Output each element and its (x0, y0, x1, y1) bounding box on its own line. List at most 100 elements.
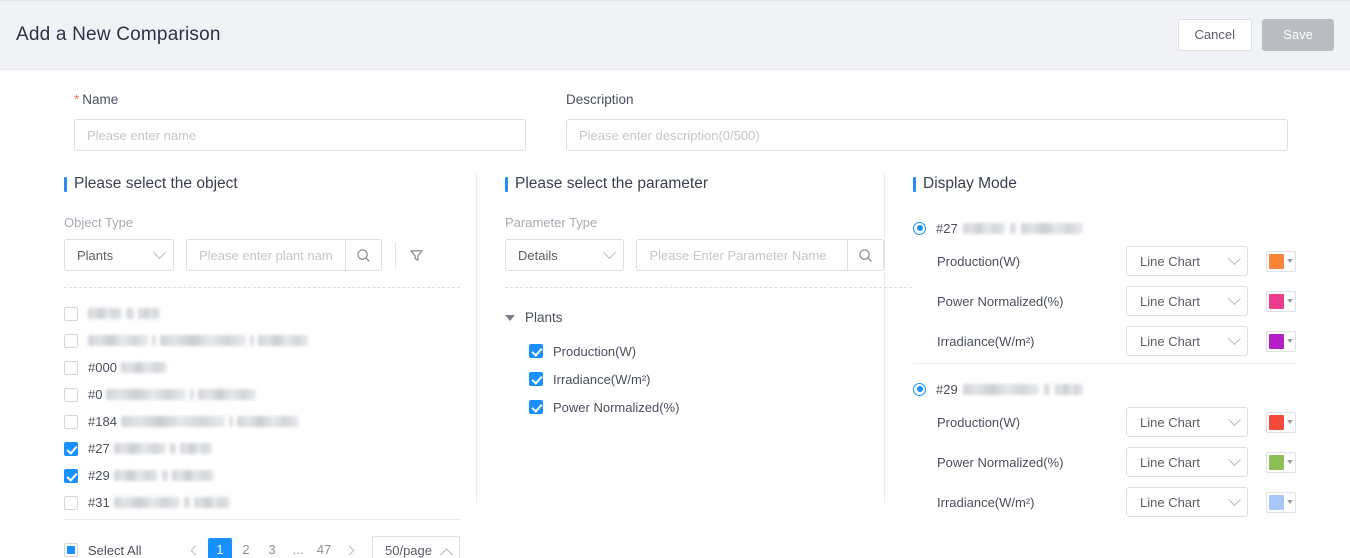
filter-button[interactable] (409, 248, 424, 263)
object-type-select[interactable]: Plants (64, 239, 174, 271)
list-item-checkbox[interactable] (64, 415, 78, 429)
chevron-down-icon (1228, 292, 1241, 305)
pagination-pages: 123...47 (208, 538, 336, 558)
color-swatch (1269, 334, 1284, 349)
color-picker[interactable] (1266, 452, 1296, 473)
list-item[interactable]: #27 (64, 435, 460, 462)
parameter-search-button[interactable] (847, 240, 883, 270)
display-mode-radio[interactable] (913, 383, 926, 396)
chart-type-select[interactable]: Line Chart (1126, 246, 1248, 276)
pagination-next-button[interactable] (338, 538, 360, 558)
redacted-text (180, 443, 212, 454)
display-mode-row: Production(W)Line Chart (913, 402, 1296, 442)
parameter-group-plants[interactable]: Plants (505, 310, 884, 325)
display-mode-group-label: #27 (936, 221, 1083, 236)
chevron-down-icon (1287, 339, 1293, 343)
list-item[interactable]: #184 (64, 408, 460, 435)
redacted-text (1055, 384, 1083, 395)
parameter-checkbox[interactable] (529, 400, 543, 414)
color-swatch (1269, 455, 1284, 470)
chevron-up-icon (440, 548, 453, 558)
chart-type-select[interactable]: Line Chart (1126, 407, 1248, 437)
pagination-page[interactable]: 47 (312, 538, 336, 558)
pagination-prev-button[interactable] (184, 538, 206, 558)
chart-type-select[interactable]: Line Chart (1126, 286, 1248, 316)
display-mode-radio[interactable] (913, 222, 926, 235)
filter-icon (409, 248, 424, 263)
color-picker[interactable] (1266, 291, 1296, 312)
color-picker[interactable] (1266, 331, 1296, 352)
save-button[interactable]: Save (1262, 19, 1334, 51)
display-mode-row: Irradiance(W/m²)Line Chart (913, 321, 1296, 361)
pagination-page[interactable]: 2 (234, 538, 258, 558)
list-item-checkbox[interactable] (64, 442, 78, 456)
plant-search-input[interactable] (187, 240, 345, 270)
list-item-checkbox[interactable] (64, 496, 78, 510)
list-item-checkbox[interactable] (64, 307, 78, 321)
name-label-text: Name (82, 92, 118, 107)
parameter-checkbox[interactable] (529, 344, 543, 358)
pagination-page[interactable]: 1 (208, 538, 232, 558)
parameter-panel-title: Please select the parameter (505, 173, 884, 195)
accent-bar-icon (913, 177, 916, 192)
chevron-down-icon (1287, 299, 1293, 303)
color-swatch (1269, 294, 1284, 309)
chart-type-select[interactable]: Line Chart (1126, 487, 1248, 517)
select-all-control[interactable]: Select All (64, 543, 184, 558)
list-item-label: #184 (88, 414, 299, 429)
header-actions: Cancel Save (1178, 19, 1334, 51)
list-item[interactable]: #0 (64, 381, 460, 408)
page-size-select[interactable]: 50/page (372, 536, 460, 558)
list-item[interactable] (64, 300, 460, 327)
display-mode-group-header[interactable]: #27 (913, 215, 1296, 241)
parameter-type-select[interactable]: Details (505, 239, 624, 271)
display-mode-group-header[interactable]: #29 (913, 376, 1296, 402)
redacted-text (114, 443, 166, 454)
redacted-text (250, 335, 254, 346)
display-mode-row: Irradiance(W/m²)Line Chart (913, 482, 1296, 522)
parameter-label: Irradiance(W/m²) (553, 372, 651, 387)
search-icon (858, 248, 873, 263)
color-picker[interactable] (1266, 251, 1296, 272)
list-item[interactable]: #000 (64, 354, 460, 381)
parameter-filter-controls: Details (505, 239, 884, 271)
list-item[interactable]: #31 (64, 489, 460, 516)
chart-type-select-value: Line Chart (1140, 455, 1200, 470)
color-picker[interactable] (1266, 412, 1296, 433)
list-item[interactable]: #29 (64, 462, 460, 489)
color-picker[interactable] (1266, 492, 1296, 513)
list-item-checkbox[interactable] (64, 469, 78, 483)
chevron-down-icon (1228, 252, 1241, 265)
list-item[interactable] (64, 327, 460, 354)
display-mode-parameter-name: Production(W) (937, 415, 1126, 430)
select-all-checkbox[interactable] (64, 543, 78, 557)
parameter-checkbox-item[interactable]: Production(W) (529, 337, 707, 365)
list-item-checkbox[interactable] (64, 334, 78, 348)
redacted-text (114, 497, 180, 508)
chart-type-select-value: Line Chart (1140, 495, 1200, 510)
description-input[interactable] (566, 119, 1288, 151)
object-panel-title: Please select the object (64, 173, 460, 195)
object-list-footer: Select All 123...47 50/page (64, 536, 460, 558)
chart-type-select[interactable]: Line Chart (1126, 447, 1248, 477)
parameter-search-input[interactable] (637, 240, 847, 270)
parameter-checkbox-item[interactable]: Power Normalized(%) (529, 393, 707, 421)
plant-search-button[interactable] (345, 240, 381, 270)
redacted-text (963, 223, 1005, 234)
display-panel-title-text: Display Mode (923, 175, 1017, 193)
color-swatch (1269, 254, 1284, 269)
pagination-page[interactable]: 3 (260, 538, 284, 558)
redacted-text (229, 416, 233, 427)
triangle-down-icon[interactable] (505, 315, 515, 321)
display-mode-parameter-name: Irradiance(W/m²) (937, 334, 1126, 349)
cancel-button[interactable]: Cancel (1178, 19, 1252, 51)
parameter-group-label: Plants (525, 310, 563, 325)
parameter-checkbox[interactable] (529, 372, 543, 386)
redacted-text (152, 335, 156, 346)
name-input[interactable] (74, 119, 526, 151)
chart-type-select[interactable]: Line Chart (1126, 326, 1248, 356)
chevron-down-icon (1287, 420, 1293, 424)
list-item-checkbox[interactable] (64, 361, 78, 375)
list-item-checkbox[interactable] (64, 388, 78, 402)
parameter-checkbox-item[interactable]: Irradiance(W/m²) (529, 365, 707, 393)
